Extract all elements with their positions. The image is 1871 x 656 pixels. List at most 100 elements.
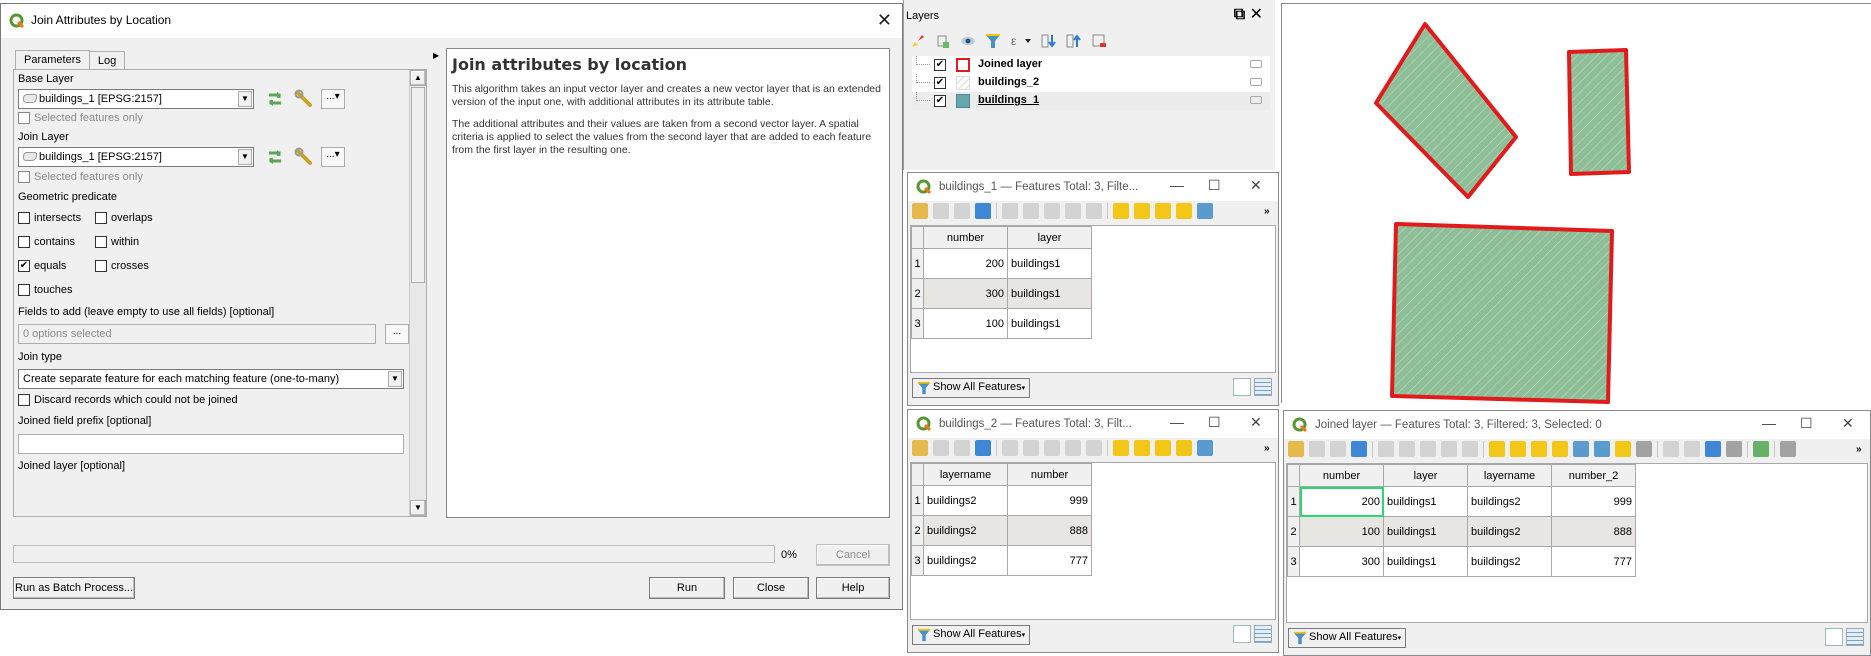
base-layer-more-button[interactable]: ...▾: [321, 89, 345, 109]
base-layer-combo[interactable]: buildings_1 [EPSG:2157] ▼: [18, 89, 254, 109]
cut-icon[interactable]: [1044, 440, 1060, 456]
column-header[interactable]: layername: [1467, 464, 1552, 487]
organize-columns-icon[interactable]: [1705, 441, 1721, 457]
row-header[interactable]: 2: [911, 515, 924, 546]
delete-feature-icon[interactable]: [1023, 203, 1039, 219]
predicate-within-checkbox[interactable]: [95, 236, 107, 248]
column-header[interactable]: layer: [1383, 464, 1468, 487]
save-edits-icon[interactable]: [954, 440, 970, 456]
cancel-button[interactable]: Cancel: [816, 544, 890, 566]
select-all-icon[interactable]: [1134, 203, 1150, 219]
maximize-button[interactable]: ☐: [1208, 177, 1221, 194]
table-cell[interactable]: buildings2: [1467, 546, 1552, 577]
table-view-icon[interactable]: [1846, 628, 1864, 646]
layer-visibility-checkbox[interactable]: ✔: [934, 95, 946, 107]
table-cell[interactable]: 300: [923, 278, 1008, 309]
table-cell[interactable]: buildings2: [923, 515, 1008, 546]
row-header[interactable]: 1: [911, 248, 924, 279]
column-header[interactable]: layername: [923, 463, 1008, 486]
table-cell[interactable]: 200: [923, 248, 1008, 279]
building-rotated-polygon[interactable]: [1374, 22, 1518, 199]
select-all-icon[interactable]: [1510, 441, 1526, 457]
reload-icon[interactable]: [975, 203, 991, 219]
toolbar-overflow-icon[interactable]: »: [1856, 444, 1862, 455]
table-cell[interactable]: buildings2: [1467, 486, 1552, 517]
new-field-icon[interactable]: [1663, 441, 1679, 457]
style-icon[interactable]: [910, 33, 926, 49]
parameters-scrollbar[interactable]: ▲ ▼: [409, 70, 426, 516]
reload-icon[interactable]: [1351, 441, 1367, 457]
toolbar-overflow-icon[interactable]: »: [1264, 206, 1270, 217]
table-cell[interactable]: buildings1: [1007, 278, 1092, 309]
form-view-icon[interactable]: [1825, 628, 1843, 646]
toggle-edit-icon[interactable]: [1288, 441, 1304, 457]
multi-edit-icon[interactable]: [1309, 441, 1325, 457]
table-cell[interactable]: 999: [1007, 485, 1092, 516]
select-expression-icon[interactable]: [1113, 203, 1129, 219]
table-cell[interactable]: 888: [1551, 516, 1636, 547]
column-header[interactable]: number: [1007, 463, 1092, 486]
tab-log[interactable]: Log: [88, 51, 126, 71]
base-selected-only-checkbox[interactable]: [18, 112, 30, 124]
table-cell[interactable]: 100: [923, 308, 1008, 339]
delete-feature-icon[interactable]: [1399, 441, 1415, 457]
show-all-features-button[interactable]: Show All Features▾: [912, 378, 1031, 398]
add-feature-icon[interactable]: [1378, 441, 1394, 457]
multi-edit-icon[interactable]: [933, 440, 949, 456]
close-window-button[interactable]: ✕: [1250, 414, 1262, 431]
join-layer-combo[interactable]: buildings_1 [EPSG:2157] ▼: [18, 147, 254, 167]
predicate-touches-checkbox[interactable]: [18, 284, 30, 296]
table-cell[interactable]: 200: [1299, 486, 1384, 517]
join-layer-more-button[interactable]: ...▾: [321, 147, 345, 167]
visibility-icon[interactable]: [960, 33, 976, 49]
table-cell[interactable]: 999: [1551, 486, 1636, 517]
zoom-to-selection-icon[interactable]: [1636, 441, 1652, 457]
table-cell[interactable]: buildings2: [923, 485, 1008, 516]
select-expression-icon[interactable]: [1113, 440, 1129, 456]
table-cell[interactable]: buildings1: [1383, 516, 1468, 547]
paste-icon[interactable]: [1086, 440, 1102, 456]
wrench-icon[interactable]: [294, 89, 316, 109]
copy-icon[interactable]: [1441, 441, 1457, 457]
copy-icon[interactable]: [1065, 440, 1081, 456]
table-cell[interactable]: 777: [1551, 546, 1636, 577]
run-button[interactable]: Run: [649, 577, 725, 599]
predicate-overlaps-checkbox[interactable]: [95, 212, 107, 224]
table-cell[interactable]: buildings2: [923, 545, 1008, 576]
delete-field-icon[interactable]: [1684, 441, 1700, 457]
select-expression-icon[interactable]: [1489, 441, 1505, 457]
save-edits-icon[interactable]: [954, 203, 970, 219]
help-button[interactable]: Help: [816, 577, 890, 599]
row-header[interactable]: 2: [911, 278, 924, 309]
add-feature-icon[interactable]: [1002, 203, 1018, 219]
minimize-button[interactable]: —: [1762, 415, 1776, 431]
filter-icon[interactable]: [985, 33, 1001, 49]
predicate-crosses-checkbox[interactable]: [95, 260, 107, 272]
wrench-icon[interactable]: [294, 147, 316, 167]
predicate-contains-checkbox[interactable]: [18, 236, 30, 248]
predicate-intersects-checkbox[interactable]: [18, 212, 30, 224]
table-view-icon[interactable]: [1254, 378, 1272, 396]
layer-visibility-checkbox[interactable]: ✔: [934, 59, 946, 71]
layer-item-buildings-1[interactable]: ✔ buildings_1: [912, 92, 1270, 110]
minimize-button[interactable]: —: [1170, 414, 1184, 430]
table-cell[interactable]: buildings1: [1007, 248, 1092, 279]
row-header[interactable]: 1: [911, 485, 924, 516]
table-cell[interactable]: buildings1: [1383, 486, 1468, 517]
close-window-button[interactable]: ✕: [1842, 415, 1854, 432]
expand-all-icon[interactable]: [1041, 33, 1057, 49]
row-header[interactable]: 1: [1287, 486, 1300, 517]
row-header[interactable]: 2: [1287, 516, 1300, 547]
deselect-icon[interactable]: [1176, 203, 1192, 219]
layer-item-buildings-2[interactable]: ✔ buildings_2: [912, 74, 1270, 92]
filter-icon[interactable]: [1573, 441, 1589, 457]
row-header[interactable]: 3: [911, 308, 924, 339]
table-cell[interactable]: 300: [1299, 546, 1384, 577]
table-cell[interactable]: buildings1: [1383, 546, 1468, 577]
table-cell[interactable]: 777: [1007, 545, 1092, 576]
filter-icon[interactable]: [1197, 203, 1213, 219]
fields-to-add-input[interactable]: 0 options selected: [18, 324, 376, 344]
minimize-button[interactable]: —: [1170, 177, 1184, 193]
form-view-icon[interactable]: [1233, 625, 1251, 643]
building-large-polygon[interactable]: [1390, 222, 1614, 404]
